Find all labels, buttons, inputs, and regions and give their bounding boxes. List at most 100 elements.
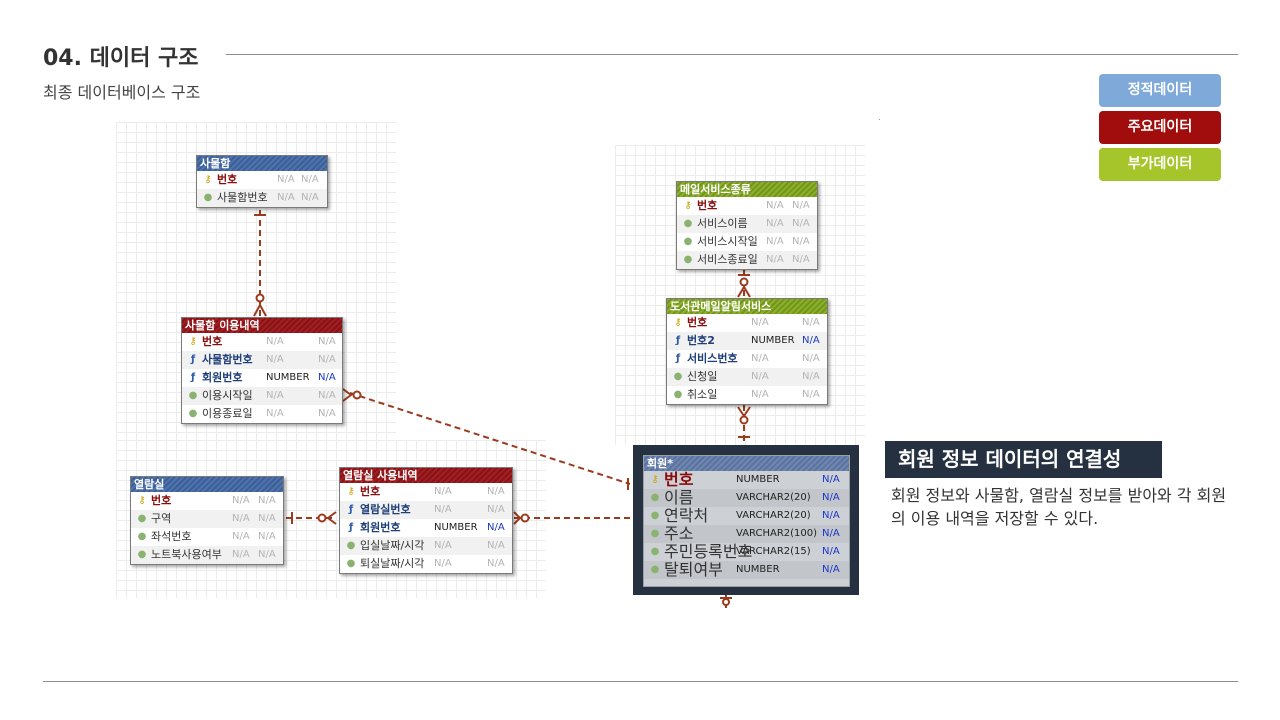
column-null: N/A — [802, 335, 820, 346]
column-null: N/A — [487, 486, 505, 497]
column-null: N/A — [487, 522, 505, 533]
column-type: N/A — [266, 354, 284, 365]
table-member-title: 회원* — [644, 456, 849, 471]
column-dot-icon: ● — [650, 510, 660, 521]
column-null: N/A — [318, 390, 336, 401]
table-room-usage[interactable]: 열람실 사용내역 ⚷ 번호 N/A N/A ƒ 열람실번호 N/A N/A ƒ … — [339, 467, 513, 574]
column-null: N/A — [318, 372, 336, 383]
column-type: NUMBER — [751, 335, 795, 346]
column-type: NUMBER — [736, 564, 780, 575]
table-row[interactable]: ● 사물함번호 N/A N/A — [197, 189, 327, 207]
column-null: N/A — [318, 408, 336, 419]
foreign-key-icon: ƒ — [675, 353, 681, 364]
table-locker-usage[interactable]: 사물함 이용내역 ⚷ 번호 N/A N/A ƒ 사물함번호 N/A N/A ƒ … — [181, 317, 343, 424]
column-null: N/A — [802, 389, 820, 400]
table-row[interactable]: ● 주소 VARCHAR2(100) N/A — [644, 525, 849, 543]
column-name: 번호 — [202, 335, 223, 348]
column-type: N/A — [266, 336, 284, 347]
column-dot-icon: ● — [683, 236, 693, 247]
table-row[interactable]: ● 구역 N/A N/A — [131, 510, 283, 528]
table-row[interactable]: ● 이용시작일 N/A N/A — [182, 387, 342, 405]
column-type: N/A — [751, 371, 769, 382]
column-dot-icon: ● — [650, 528, 660, 539]
column-name: 이용종료일 — [202, 407, 253, 420]
table-row[interactable]: ⚷ 번호 N/A N/A — [197, 171, 327, 189]
table-row[interactable]: ⚷ 번호 N/A N/A — [182, 333, 342, 351]
table-row[interactable]: ⚷ 번호 N/A N/A — [677, 197, 817, 215]
table-row[interactable]: ● 이름 VARCHAR2(20) N/A — [644, 489, 849, 507]
column-type: N/A — [434, 504, 452, 515]
column-name: 좌석번호 — [151, 530, 192, 543]
column-type: NUMBER — [266, 372, 310, 383]
column-name: 신청일 — [687, 370, 718, 383]
table-row[interactable]: ● 탈퇴여부 NUMBER N/A — [644, 561, 849, 579]
table-row[interactable]: ƒ 회원번호 NUMBER N/A — [340, 519, 512, 537]
column-null: N/A — [792, 200, 810, 211]
column-null: N/A — [258, 495, 276, 506]
column-null: N/A — [487, 504, 505, 515]
primary-key-icon: ⚷ — [138, 495, 146, 506]
table-row[interactable]: ● 서비스이름 N/A N/A — [677, 215, 817, 233]
column-type: N/A — [434, 540, 452, 551]
column-null: N/A — [258, 549, 276, 560]
table-reading-room[interactable]: 열람실 ⚷ 번호 N/A N/A ● 구역 N/A N/A ● 좌석번호 N/A… — [130, 476, 284, 565]
table-row[interactable]: ƒ 번호2 NUMBER N/A — [667, 332, 827, 350]
table-row[interactable]: ⚷ 번호 NUMBER N/A — [644, 471, 849, 489]
column-null: N/A — [802, 317, 820, 328]
table-row[interactable]: ƒ 서비스번호 N/A N/A — [667, 350, 827, 368]
table-mail-service-type[interactable]: 메일서비스종류 ⚷ 번호 N/A N/A ● 서비스이름 N/A N/A ● 서… — [676, 181, 818, 270]
foreign-key-icon: ƒ — [190, 354, 196, 365]
table-row[interactable]: ● 이용종료일 N/A N/A — [182, 405, 342, 423]
table-row[interactable]: ● 노트북사용여부 N/A N/A — [131, 546, 283, 564]
column-type: N/A — [434, 486, 452, 497]
table-row[interactable]: ⚷ 번호 N/A N/A — [340, 483, 512, 501]
column-name: 이름 — [664, 488, 694, 507]
table-row[interactable]: ● 연락처 VARCHAR2(20) N/A — [644, 507, 849, 525]
column-dot-icon: ● — [137, 531, 147, 542]
column-null: N/A — [258, 531, 276, 542]
column-name: 탈퇴여부 — [664, 560, 723, 579]
table-row[interactable]: ● 서비스종료일 N/A N/A — [677, 251, 817, 269]
column-type: N/A — [266, 408, 284, 419]
table-row[interactable]: ⚷ 번호 N/A N/A — [131, 492, 283, 510]
column-type: N/A — [766, 254, 784, 265]
table-row[interactable]: ● 서비스시작일 N/A N/A — [677, 233, 817, 251]
column-name: 퇴실날짜/시각 — [360, 557, 425, 570]
column-null: N/A — [802, 353, 820, 364]
column-name: 서비스번호 — [687, 352, 738, 365]
table-book-mail-service[interactable]: 도서관메일알림서비스 ⚷ 번호 N/A N/A ƒ 번호2 NUMBER N/A… — [666, 298, 828, 405]
column-name: 구역 — [151, 512, 172, 525]
table-row[interactable]: ● 입실날짜/시각 N/A N/A — [340, 537, 512, 555]
table-row[interactable]: ƒ 회원번호 NUMBER N/A — [182, 369, 342, 387]
column-type: N/A — [751, 317, 769, 328]
table-row[interactable]: ƒ 열람실번호 N/A N/A — [340, 501, 512, 519]
table-row[interactable]: ⚷ 번호 N/A N/A — [667, 314, 827, 332]
column-name: 번호 — [217, 173, 238, 186]
column-type: VARCHAR2(100) — [736, 528, 818, 539]
column-name: 번호 — [697, 199, 718, 212]
column-null: N/A — [822, 546, 840, 557]
table-row[interactable]: ● 좌석번호 N/A N/A — [131, 528, 283, 546]
table-locker[interactable]: 사물함 ⚷ 번호 N/A N/A ● 사물함번호 N/A N/A — [196, 155, 328, 208]
column-dot-icon: ● — [203, 192, 213, 203]
column-type: N/A — [277, 174, 295, 185]
table-row[interactable]: ● 주민등록번호 VARCHAR2(15) N/A — [644, 543, 849, 561]
foreign-key-icon: ƒ — [348, 522, 354, 533]
column-null: N/A — [318, 336, 336, 347]
column-type: N/A — [277, 192, 295, 203]
table-row[interactable]: ● 신청일 N/A N/A — [667, 368, 827, 386]
foreign-key-icon: ƒ — [675, 335, 681, 346]
table-row[interactable]: ● 퇴실날짜/시각 N/A N/A — [340, 555, 512, 573]
column-name: 회원번호 — [360, 521, 401, 534]
column-name: 노트북사용여부 — [151, 548, 222, 561]
primary-key-icon: ⚷ — [204, 174, 212, 185]
column-type: VARCHAR2(15) — [736, 546, 811, 557]
column-type: VARCHAR2(20) — [736, 492, 811, 503]
column-null: N/A — [802, 371, 820, 382]
table-row[interactable]: ● 취소일 N/A N/A — [667, 386, 827, 404]
column-dot-icon: ● — [650, 564, 660, 575]
table-member[interactable]: 회원* ⚷ 번호 NUMBER N/A ● 이름 VARCHAR2(20) N/… — [643, 455, 850, 587]
column-name: 번호2 — [687, 334, 715, 347]
column-type: NUMBER — [736, 474, 780, 485]
table-row[interactable]: ƒ 사물함번호 N/A N/A — [182, 351, 342, 369]
